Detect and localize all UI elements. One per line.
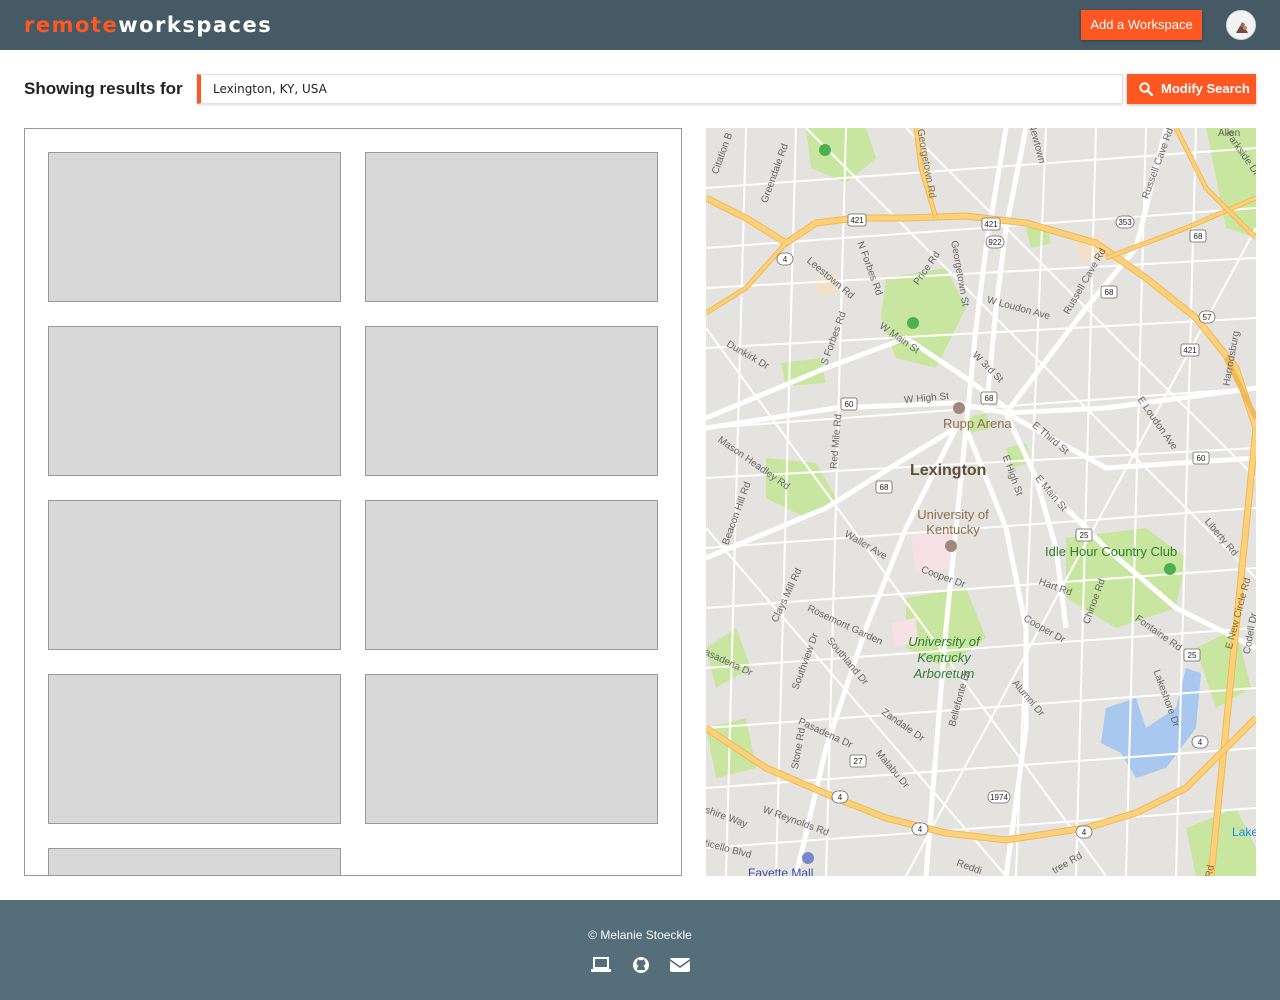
- arena-marker-icon: [953, 402, 965, 414]
- svg-text:4: 4: [783, 255, 788, 264]
- avatar-icon: [1227, 11, 1255, 39]
- svg-text:4: 4: [1198, 738, 1203, 747]
- workspace-card[interactable]: [48, 326, 341, 476]
- map-label-idle-hour: Idle Hour Country Club: [1045, 544, 1178, 559]
- svg-text:353: 353: [1118, 218, 1132, 227]
- park-marker-icon: [907, 317, 919, 329]
- svg-text:68: 68: [1105, 288, 1114, 297]
- map-label-arboretum: University of Kentucky Arboretum: [908, 634, 980, 681]
- add-workspace-button[interactable]: Add a Workspace: [1081, 10, 1202, 40]
- svg-text:68: 68: [1194, 232, 1203, 241]
- golf-marker-icon: [819, 144, 831, 156]
- workspace-card[interactable]: [48, 674, 341, 824]
- svg-text:922: 922: [988, 238, 1002, 247]
- map-label-rupp-arena: Rupp Arena: [943, 416, 1012, 431]
- workspace-card[interactable]: [48, 848, 341, 875]
- svg-text:68: 68: [985, 394, 994, 403]
- user-avatar[interactable]: [1226, 10, 1256, 40]
- golf-marker-icon-2: [1164, 563, 1176, 575]
- svg-text:25: 25: [1080, 531, 1089, 540]
- map-street-label: Rd: [1203, 864, 1217, 876]
- site-logo[interactable]: remoteworkspaces: [24, 10, 272, 40]
- top-navbar: remoteworkspaces Add a Workspace: [0, 0, 1280, 50]
- svg-text:421: 421: [984, 220, 998, 229]
- svg-text:4: 4: [1082, 828, 1087, 837]
- logo-part-remote: remote: [24, 13, 119, 37]
- page-footer: © Melanie Stoeckle: [0, 900, 1280, 1000]
- workspace-card[interactable]: [365, 326, 658, 476]
- svg-text:25: 25: [1188, 651, 1197, 660]
- location-search-input[interactable]: Lexington, KY, USA: [197, 74, 1123, 104]
- map-canvas[interactable]: 421 421 922 353 68 68 57 421 4 60 68 60 …: [706, 128, 1256, 876]
- envelope-icon[interactable]: [669, 956, 691, 974]
- workspace-card[interactable]: [48, 152, 341, 302]
- map-view[interactable]: 421 421 922 353 68 68 57 421 4 60 68 60 …: [706, 128, 1256, 876]
- map-label-lake: Lake: [1232, 825, 1256, 839]
- mall-marker-icon: [802, 852, 814, 864]
- results-panel[interactable]: [24, 128, 682, 876]
- svg-text:57: 57: [1203, 313, 1212, 322]
- github-icon[interactable]: [630, 956, 652, 974]
- map-label-fayette-mall: Fayette Mall: [748, 866, 814, 876]
- svg-text:60: 60: [1197, 454, 1206, 463]
- logo-part-workspaces: workspaces: [118, 13, 273, 37]
- showing-results-label: Showing results for: [24, 79, 183, 98]
- map-label-university: University of Kentucky: [917, 507, 989, 537]
- svg-text:27: 27: [854, 757, 863, 766]
- map-street-label: Allen: [1218, 128, 1241, 139]
- svg-text:421: 421: [850, 216, 864, 225]
- modify-search-button[interactable]: Modify Search: [1127, 74, 1256, 104]
- svg-text:4: 4: [918, 825, 923, 834]
- svg-text:421: 421: [1183, 346, 1197, 355]
- workspace-card[interactable]: [365, 152, 658, 302]
- workspace-card[interactable]: [365, 500, 658, 650]
- modify-search-label: Modify Search: [1161, 81, 1250, 96]
- svg-text:60: 60: [845, 400, 854, 409]
- map-label-lexington: Lexington: [910, 462, 987, 479]
- svg-text:1974: 1974: [990, 793, 1008, 802]
- laptop-icon[interactable]: [590, 956, 612, 974]
- university-marker-icon: [945, 540, 957, 552]
- svg-text:68: 68: [880, 483, 889, 492]
- workspace-card[interactable]: [48, 500, 341, 650]
- svg-text:4: 4: [838, 793, 843, 802]
- workspace-card[interactable]: [365, 674, 658, 824]
- copyright-text: © Melanie Stoeckle: [588, 928, 692, 942]
- search-icon: [1139, 82, 1153, 96]
